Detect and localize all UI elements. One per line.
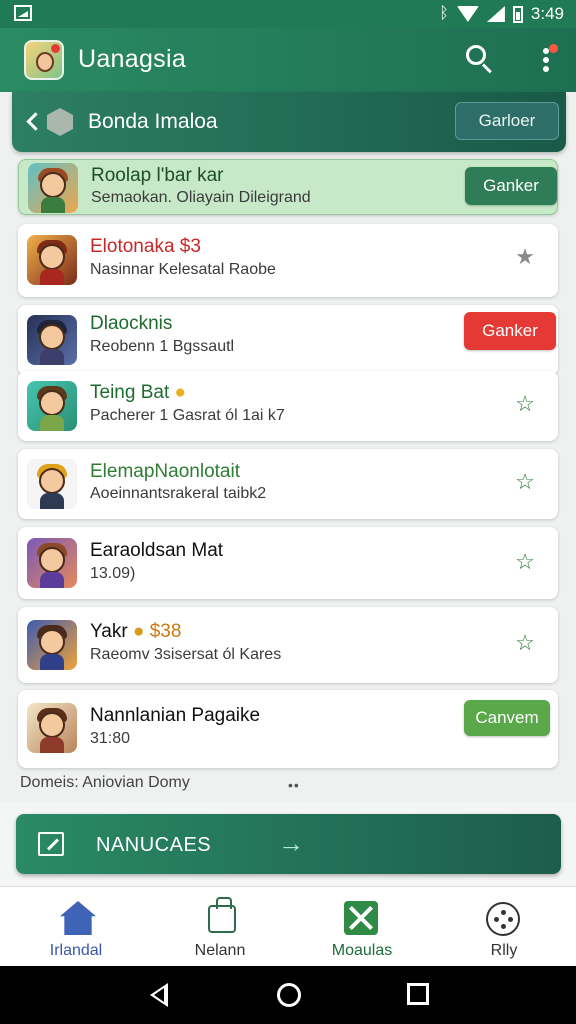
app-bar: Uanagsia	[0, 28, 576, 92]
game-thumbnail	[27, 381, 77, 431]
nav-label: Moaulas	[331, 942, 393, 959]
list-item[interactable]: ElemapNaonlotait Aoeinnantsrakeral taibk…	[18, 449, 558, 519]
page-dots: ••	[288, 777, 300, 793]
nav-label: Nelann	[194, 942, 246, 959]
dice-icon	[486, 902, 520, 936]
section-action-button[interactable]: Garloer	[455, 102, 559, 140]
game-thumbnail	[28, 163, 78, 213]
favorite-star-icon[interactable]: ★	[514, 246, 536, 268]
item-title: Roolap l'bar kar	[91, 165, 224, 186]
list-item[interactable]: Yakr ● $38 Raeomv 3sisersat ól Kares ☆	[18, 607, 558, 683]
bottom-nav: Irlandal Nelann Moaulas Rlly	[0, 886, 576, 966]
game-thumbnail	[27, 459, 77, 509]
item-subtitle: Semaokan. Oliayain Dileigrand	[91, 189, 311, 206]
canvem-button[interactable]: Canvem	[464, 700, 550, 736]
battery-icon	[512, 5, 523, 23]
list-item[interactable]: Dlaocknis Reobenn 1 Bgssautl Ganker	[18, 305, 558, 375]
game-thumbnail	[27, 235, 77, 285]
status-indicators: ᛒ 3:49	[439, 4, 564, 24]
list-item[interactable]: Nannlanian Pagaike 31:80 Canvem	[18, 690, 558, 768]
ganker-button[interactable]: Ganker	[464, 312, 556, 350]
modules-icon	[344, 901, 378, 935]
system-home-icon[interactable]	[277, 983, 301, 1007]
item-title: Earaoldsan Mat	[90, 540, 224, 561]
item-title: Dlaocknis	[90, 313, 173, 334]
item-subtitle: Reobenn 1 Bgssautl	[90, 338, 235, 355]
item-subtitle: Aoeinnantsrakeral taibk2	[90, 485, 267, 502]
game-thumbnail	[27, 703, 77, 753]
more-vert-icon[interactable]	[536, 42, 560, 78]
nav-item-bag[interactable]: Nelann	[148, 887, 292, 967]
list-item[interactable]: Roolap l'bar kar Semaokan. Oliayain Dile…	[18, 159, 558, 215]
app-title: Uanagsia	[78, 45, 187, 73]
nav-item-home[interactable]: Irlandal	[4, 887, 148, 967]
arrow-right-icon: →	[278, 828, 304, 858]
system-recents-icon[interactable]	[407, 983, 429, 1005]
edit-icon	[38, 832, 64, 856]
system-nav-bar	[0, 966, 576, 1024]
favorite-star-icon[interactable]: ☆	[514, 393, 536, 415]
status-bar: ᛒ 3:49	[0, 0, 576, 28]
signal-icon	[486, 6, 505, 22]
list-item[interactable]: Elotonaka $3 Nasinnar Kelesatal Raobe ★	[18, 224, 558, 297]
cube-icon	[47, 108, 73, 136]
banner-label: NANUCAES	[96, 834, 212, 856]
system-back-icon[interactable]	[146, 982, 172, 1008]
search-icon[interactable]	[464, 43, 496, 75]
list-item[interactable]: Teing Bat ● Pacherer 1 Gasrat ól 1ai k7 …	[18, 371, 558, 441]
app-logo-icon[interactable]	[24, 40, 64, 80]
wifi-icon	[456, 6, 479, 22]
nav-item-modules[interactable]: Moaulas	[290, 887, 434, 967]
home-icon	[60, 901, 96, 935]
list-item[interactable]: Earaoldsan Mat 13.09) ☆	[18, 527, 558, 599]
game-thumbnail	[27, 538, 77, 588]
section-header: Bonda Imaloa Garloer	[12, 92, 566, 152]
status-time: 3:49	[530, 4, 564, 23]
favorite-star-icon[interactable]: ☆	[514, 551, 536, 573]
item-title: Nannlanian Pagaike	[90, 705, 261, 726]
item-subtitle: Raeomv 3sisersat ól Kares	[90, 646, 282, 663]
bag-icon	[208, 897, 236, 933]
bluetooth-icon: ᛒ	[439, 5, 449, 22]
coin-icon: ●	[174, 382, 186, 403]
item-subtitle: 31:80	[90, 730, 131, 747]
favorite-star-icon[interactable]: ☆	[514, 632, 536, 654]
item-subtitle: 13.09)	[90, 565, 136, 582]
game-thumbnail	[27, 620, 77, 670]
item-title: Teing Bat ●	[90, 382, 186, 403]
item-subtitle: Nasinnar Kelesatal Raobe	[90, 261, 276, 278]
ganker-button[interactable]: Ganker	[465, 167, 557, 205]
item-title: ElemapNaonlotait	[90, 461, 240, 482]
item-title: Elotonaka $3	[90, 236, 201, 257]
back-arrow-icon[interactable]	[24, 110, 42, 134]
nav-item-rally[interactable]: Rlly	[432, 887, 576, 967]
notification-dot	[549, 44, 558, 53]
coin-icon: ●	[132, 621, 145, 642]
nav-label: Rlly	[490, 942, 518, 959]
item-title: Yakr ● $38	[90, 621, 182, 642]
section-title: Bonda Imaloa	[88, 110, 218, 133]
promo-banner[interactable]: NANUCAES →	[16, 814, 561, 874]
item-subtitle: Pacherer 1 Gasrat ól 1ai k7	[90, 407, 285, 424]
game-thumbnail	[27, 315, 77, 365]
nav-label: Irlandal	[49, 942, 103, 959]
footer-note: Domeis: Aniovian Domy	[20, 774, 190, 791]
favorite-star-icon[interactable]: ☆	[514, 471, 536, 493]
gallery-icon	[14, 5, 32, 21]
